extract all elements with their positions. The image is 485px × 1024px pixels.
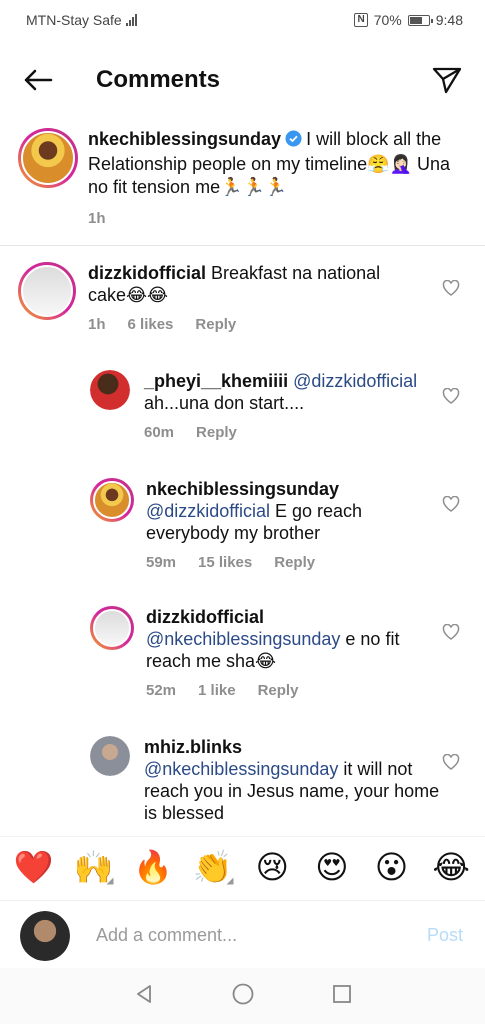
system-nav-bar	[0, 968, 485, 1024]
clock: 9:48	[435, 12, 463, 28]
comment-username[interactable]: _pheyi__khemiiii	[144, 371, 288, 391]
caption-time: 1h	[88, 210, 106, 227]
comment-username[interactable]: dizzkidofficial	[146, 607, 264, 627]
avatar[interactable]	[90, 606, 134, 650]
avatar[interactable]	[90, 370, 130, 410]
comment-reply: mhiz.blinks @nkechiblessingsunday it wil…	[90, 736, 460, 824]
avatar	[20, 910, 70, 961]
back-triangle-icon[interactable]	[133, 983, 155, 1010]
like-heart-icon[interactable]	[442, 387, 460, 409]
home-circle-icon[interactable]	[231, 982, 255, 1011]
battery-percent: 70%	[373, 12, 402, 28]
back-arrow-icon[interactable]	[20, 62, 56, 98]
direct-send-icon[interactable]	[429, 62, 465, 98]
signal-icon	[125, 14, 137, 26]
comment-username[interactable]: mhiz.blinks	[144, 737, 242, 757]
comment-time: 1h	[88, 316, 106, 333]
post-caption: nkechiblessingsunday I will block all the…	[18, 128, 478, 230]
comment-reply: dizzkidofficial @nkechiblessingsunday e …	[90, 606, 460, 702]
carrier-label: MTN-Stay Safe	[26, 12, 122, 28]
comment-likes[interactable]: 6 likes	[128, 314, 174, 336]
comment-likes[interactable]: 15 likes	[198, 552, 252, 574]
avatar[interactable]	[18, 128, 78, 188]
recents-square-icon[interactable]	[331, 983, 353, 1010]
reply-button[interactable]: Reply	[258, 680, 299, 702]
comment: dizzkidofficial Breakfast na national ca…	[18, 262, 460, 336]
emoji-heart-eyes[interactable]: 😍	[308, 848, 356, 886]
comment-time: 52m	[146, 682, 177, 699]
comment-reply: nkechiblessingsunday @dizzkidofficial E …	[90, 478, 460, 574]
comment-username[interactable]: nkechiblessingsunday	[146, 479, 339, 499]
emoji-fire[interactable]: 🔥	[129, 848, 177, 886]
comment-time: 60m	[144, 424, 175, 441]
mention-link[interactable]: @dizzkidofficial	[146, 501, 270, 521]
emoji-laughing[interactable]: 😂	[427, 848, 475, 886]
like-heart-icon[interactable]	[442, 623, 460, 645]
emoji-heart[interactable]: ❤️	[10, 848, 58, 886]
like-heart-icon[interactable]	[442, 495, 460, 517]
reply-button[interactable]: Reply	[195, 314, 236, 336]
mention-link[interactable]: @nkechiblessingsunday	[146, 629, 340, 649]
nfc-icon: N	[354, 13, 368, 27]
comment-username[interactable]: dizzkidofficial	[88, 263, 206, 283]
reply-button[interactable]: Reply	[196, 422, 237, 444]
avatar[interactable]	[90, 478, 134, 522]
quick-emoji-bar: ❤️ 🙌 🔥 👏 😢 😍 😮 😂	[0, 836, 485, 896]
emoji-raised-hands[interactable]: 🙌	[69, 848, 117, 886]
emoji-surprised[interactable]: 😮	[368, 848, 416, 886]
avatar[interactable]	[90, 736, 130, 776]
emoji-clap[interactable]: 👏	[189, 848, 237, 886]
top-bar: Comments	[0, 52, 485, 108]
verified-badge-icon	[285, 130, 302, 153]
comment-text: ah...una don start....	[144, 393, 305, 413]
status-bar: MTN-Stay Safe N 70% 9:48	[0, 0, 485, 40]
divider	[0, 245, 485, 246]
comment-time: 59m	[146, 554, 177, 571]
mention-link[interactable]: @nkechiblessingsunday	[144, 759, 338, 779]
like-heart-icon[interactable]	[442, 753, 460, 775]
mention-link[interactable]: @dizzkidofficial	[293, 371, 417, 391]
reply-button[interactable]: Reply	[274, 552, 315, 574]
page-title: Comments	[96, 66, 221, 93]
comment-input[interactable]: Add a comment...	[96, 925, 427, 946]
comment-composer: Add a comment... Post	[0, 900, 485, 970]
comment-reply: _pheyi__khemiiii @dizzkidofficial ah...u…	[90, 370, 460, 444]
post-button[interactable]: Post	[427, 925, 463, 946]
emoji-crying[interactable]: 😢	[248, 848, 296, 886]
comment-likes[interactable]: 1 like	[198, 680, 236, 702]
caption-username[interactable]: nkechiblessingsunday	[88, 129, 281, 149]
avatar[interactable]	[18, 262, 76, 320]
like-heart-icon[interactable]	[442, 279, 460, 301]
battery-icon	[407, 14, 433, 26]
